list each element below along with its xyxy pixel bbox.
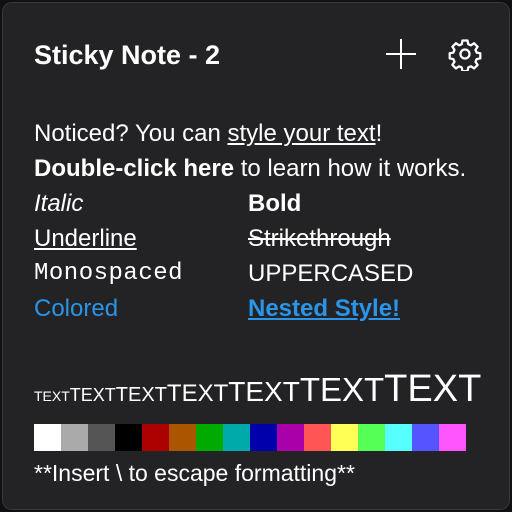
intro-text: Noticed? You can <box>34 120 228 147</box>
underline-example: Underline <box>34 225 137 252</box>
color-swatch-8 <box>223 424 250 451</box>
size-sample-1: TEXT <box>34 388 70 404</box>
color-swatch-14 <box>385 424 412 451</box>
add-note-button[interactable] <box>383 36 419 72</box>
monospaced-example: Monospaced <box>34 260 184 287</box>
note-title: Sticky Note - 2 <box>34 40 221 70</box>
intro-paragraph: Noticed? You can style your text! Double… <box>34 116 484 186</box>
bold-example: Bold <box>248 190 302 217</box>
style-examples: Italic Bold Underline Strikethrough Mono… <box>34 186 484 326</box>
color-swatch-5 <box>142 424 169 451</box>
color-palette <box>34 424 466 451</box>
text-size-samples: TEXT TEXT TEXT TEXT TEXT TEXT TEXT <box>34 369 481 409</box>
size-sample-4: TEXT <box>166 380 229 407</box>
size-sample-6: TEXT <box>299 371 385 408</box>
size-sample-3: TEXT <box>115 384 167 406</box>
color-swatch-1 <box>34 424 61 451</box>
styled-text-example: style your text <box>227 120 376 147</box>
italic-example: Italic <box>34 190 84 217</box>
color-swatch-9 <box>250 424 277 451</box>
size-sample-2: TEXT <box>69 385 116 405</box>
color-swatch-3 <box>88 424 115 451</box>
escape-formatting-hint: **Insert \ to escape formatting** <box>34 460 355 486</box>
color-swatch-6 <box>169 424 196 451</box>
size-sample-7: TEXT <box>384 368 482 410</box>
colored-example: Colored <box>34 295 119 322</box>
strikethrough-example: Strikethrough <box>248 225 391 252</box>
sticky-note-window: Sticky Note - 2 Noticed? You can style y… <box>2 2 510 510</box>
learn-how-text: to learn how it works. <box>234 155 467 182</box>
intro-exclamation: ! <box>375 120 383 147</box>
color-swatch-12 <box>331 424 358 451</box>
size-sample-5: TEXT <box>228 376 300 407</box>
note-body[interactable]: Noticed? You can style your text! Double… <box>34 116 484 326</box>
color-swatch-16 <box>439 424 466 451</box>
color-swatch-2 <box>61 424 88 451</box>
gear-icon <box>448 39 482 71</box>
color-swatch-13 <box>358 424 385 451</box>
nested-style-example: Nested Style! <box>248 295 401 322</box>
double-click-hint: Double-click here <box>34 155 235 182</box>
settings-button[interactable] <box>447 36 483 72</box>
color-swatch-10 <box>277 424 304 451</box>
uppercased-example: UPPERCASED <box>248 260 414 287</box>
plus-icon <box>386 39 416 69</box>
color-swatch-15 <box>412 424 439 451</box>
color-swatch-7 <box>196 424 223 451</box>
color-swatch-4 <box>115 424 142 451</box>
color-swatch-11 <box>304 424 331 451</box>
